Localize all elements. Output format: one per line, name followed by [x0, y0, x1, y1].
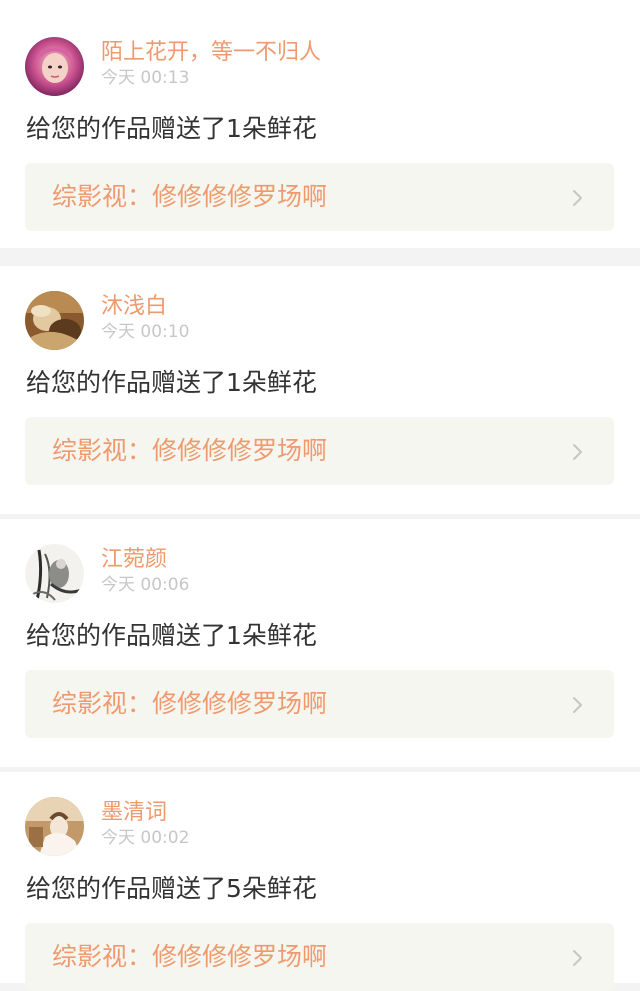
avatar-sepia-photo-image: [25, 291, 84, 350]
notification-card: 沐浅白 今天 00:10 给您的作品赠送了1朵鲜花 综影视：修修修修罗场啊: [0, 266, 640, 514]
username[interactable]: 沐浅白: [101, 294, 167, 320]
notification-card: 江菀颜 今天 00:06 给您的作品赠送了1朵鲜花 综影视：修修修修罗场啊: [0, 519, 640, 767]
work-link[interactable]: 综影视：修修修修罗场啊: [25, 670, 614, 738]
avatar[interactable]: [25, 291, 84, 350]
work-title: 综影视：修修修修罗场啊: [52, 182, 328, 211]
username[interactable]: 江菀颜: [101, 547, 167, 573]
work-link[interactable]: 综影视：修修修修罗场啊: [25, 417, 614, 485]
avatar-pink-hair-image: [25, 37, 84, 96]
work-title: 综影视：修修修修罗场啊: [52, 942, 328, 971]
username[interactable]: 陌上花开，等一不归人: [101, 40, 321, 66]
work-link[interactable]: 综影视：修修修修罗场啊: [25, 923, 614, 991]
gift-message: 给您的作品赠送了1朵鲜花: [26, 368, 317, 397]
work-link[interactable]: 综影视：修修修修罗场啊: [25, 163, 614, 231]
username[interactable]: 墨清词: [101, 800, 167, 826]
timestamp: 今天 00:06: [101, 575, 190, 595]
gift-message: 给您的作品赠送了5朵鲜花: [26, 874, 317, 903]
avatar[interactable]: [25, 797, 84, 856]
timestamp: 今天 00:10: [101, 322, 190, 342]
gift-message: 给您的作品赠送了1朵鲜花: [26, 621, 317, 650]
chevron-right-icon: [573, 697, 582, 713]
avatar[interactable]: [25, 544, 84, 603]
timestamp: 今天 00:13: [101, 68, 190, 88]
timestamp: 今天 00:02: [101, 828, 190, 848]
chevron-right-icon: [573, 444, 582, 460]
avatar-ink-painting-image: [25, 544, 84, 603]
notification-card: 墨清词 今天 00:02 给您的作品赠送了5朵鲜花 综影视：修修修修罗场啊: [0, 772, 640, 991]
notification-card: 陌上花开，等一不归人 今天 00:13 给您的作品赠送了1朵鲜花 综影视：修修修…: [0, 0, 640, 248]
avatar-sepia-figure-image: [25, 797, 84, 856]
chevron-right-icon: [573, 190, 582, 206]
work-title: 综影视：修修修修罗场啊: [52, 436, 328, 465]
chevron-right-icon: [573, 950, 582, 966]
work-title: 综影视：修修修修罗场啊: [52, 689, 328, 718]
gift-message: 给您的作品赠送了1朵鲜花: [26, 114, 317, 143]
avatar[interactable]: [25, 37, 84, 96]
